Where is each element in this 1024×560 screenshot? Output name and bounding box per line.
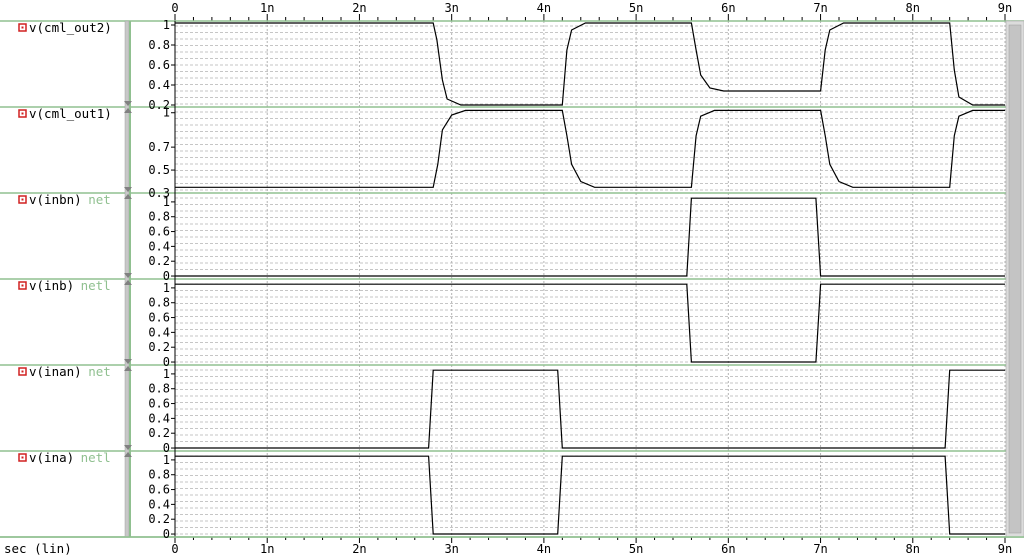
signal-marker-dot (21, 112, 24, 115)
signal-marker-dot (21, 284, 24, 287)
x-tick-label-bottom: 5n (629, 542, 643, 556)
y-tick-label: 0.6 (148, 311, 170, 325)
y-tick-label: 0.8 (148, 38, 170, 52)
x-tick-label-bottom: 9n (998, 542, 1012, 556)
y-tick-label: 0.5 (148, 163, 170, 177)
signal-name-label[interactable]: v(inan) (29, 364, 82, 379)
y-tick-label: 0.7 (148, 140, 170, 154)
y-tick-label: 0.4 (148, 325, 170, 339)
signal-net-label: netl (81, 278, 111, 293)
signal-name-label[interactable]: v(inb) (29, 278, 74, 293)
y-tick-label: 0.8 (148, 468, 170, 482)
y-tick-label: 0.8 (148, 382, 170, 396)
x-tick-label-top: 0 (171, 1, 178, 15)
signal-net-label: net (88, 192, 111, 207)
y-tick-label: 0.6 (148, 397, 170, 411)
signal-marker-dot (21, 198, 24, 201)
y-tick-label: 0.6 (148, 225, 170, 239)
y-tick-label: 0.4 (148, 497, 170, 511)
y-tick-label: 0.2 (148, 512, 170, 526)
y-tick-label: 0.4 (148, 78, 170, 92)
signal-marker-dot (21, 456, 24, 459)
y-tick-label: 1 (163, 367, 170, 381)
y-tick-label: 1 (163, 281, 170, 295)
y-tick-label: 0.2 (148, 426, 170, 440)
y-tick-label: 0.2 (148, 254, 170, 268)
signal-name-label[interactable]: v(ina) (29, 450, 74, 465)
x-tick-label-top: 3n (444, 1, 458, 15)
x-tick-label-top: 7n (813, 1, 827, 15)
x-tick-label-top: 4n (537, 1, 551, 15)
signal-net-label: net (88, 364, 111, 379)
y-tick-label: 0.8 (148, 296, 170, 310)
y-tick-label: 0.4 (148, 411, 170, 425)
y-tick-label: 0.6 (148, 483, 170, 497)
x-tick-label-bottom: 1n (260, 542, 274, 556)
x-tick-label-bottom: 0 (171, 542, 178, 556)
right-scrollbar-thumb[interactable] (1008, 24, 1022, 534)
signal-name-label[interactable]: v(inbn) (29, 192, 82, 207)
x-tick-label-bottom: 8n (906, 542, 920, 556)
x-tick-label-top: 2n (352, 1, 366, 15)
left-splitter[interactable] (124, 20, 130, 538)
x-tick-label-top: 1n (260, 1, 274, 15)
x-tick-label-bottom: 2n (352, 542, 366, 556)
x-tick-label-top: 5n (629, 1, 643, 15)
signal-marker-dot (21, 26, 24, 29)
x-tick-label-bottom: 3n (444, 542, 458, 556)
signal-marker-dot (21, 370, 24, 373)
signal-name-label[interactable]: v(cml_out1) (29, 106, 112, 121)
y-tick-label: 1 (163, 453, 170, 467)
x-tick-label-bottom: 6n (721, 542, 735, 556)
x-axis-label: sec (lin) (4, 541, 72, 556)
x-tick-label-bottom: 4n (537, 542, 551, 556)
y-tick-label: 0.2 (148, 340, 170, 354)
signal-net-label: netl (81, 450, 111, 465)
x-tick-label-top: 6n (721, 1, 735, 15)
y-tick-label: 1 (163, 18, 170, 32)
x-tick-label-top: 8n (906, 1, 920, 15)
y-tick-label: 1 (163, 106, 170, 120)
y-tick-label: 0.8 (148, 210, 170, 224)
x-tick-label-bottom: 7n (813, 542, 827, 556)
y-tick-label: 0.6 (148, 58, 170, 72)
left-splitter-edge (129, 21, 131, 537)
y-tick-label: 0.4 (148, 239, 170, 253)
y-tick-label: 0 (163, 527, 170, 541)
x-tick-label-top: 9n (998, 1, 1012, 15)
waveform-viewer: 001n1n2n2n3n3n4n4n5n5n6n6n7n7n8n8n9n9nse… (0, 0, 1024, 560)
signal-name-label[interactable]: v(cml_out2) (29, 20, 112, 35)
y-tick-label: 1 (163, 195, 170, 209)
